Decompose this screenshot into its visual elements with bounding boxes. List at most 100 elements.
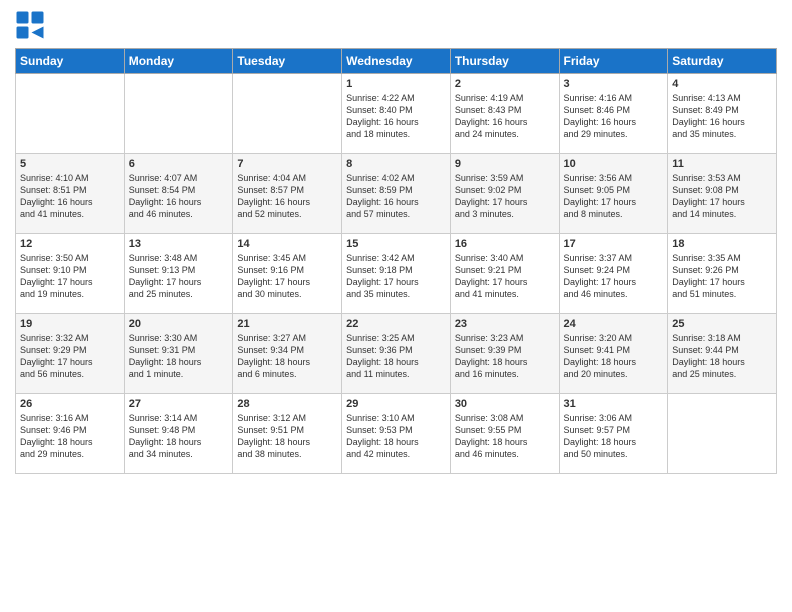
day-number: 8 xyxy=(346,158,446,170)
week-row-5: 26 Sunrise: 3:16 AM Sunset: 9:46 PM Dayli… xyxy=(16,394,777,474)
day-cell xyxy=(16,74,125,154)
day-info: Sunrise: 3:12 AM Sunset: 9:51 PM Dayligh… xyxy=(237,412,337,461)
day-cell: 2 Sunrise: 4:19 AM Sunset: 8:43 PM Daylig… xyxy=(450,74,559,154)
day-cell: 7 Sunrise: 4:04 AM Sunset: 8:57 PM Daylig… xyxy=(233,154,342,234)
day-number: 27 xyxy=(129,398,229,410)
day-cell: 31 Sunrise: 3:06 AM Sunset: 9:57 PM Dayli… xyxy=(559,394,668,474)
main-container: SundayMondayTuesdayWednesdayThursdayFrid… xyxy=(0,0,792,484)
day-number: 22 xyxy=(346,318,446,330)
day-cell: 28 Sunrise: 3:12 AM Sunset: 9:51 PM Dayli… xyxy=(233,394,342,474)
day-number: 14 xyxy=(237,238,337,250)
day-cell: 4Sunrise: 4:13 AM Sunset: 8:49 PM Daylig… xyxy=(668,74,777,154)
day-cell xyxy=(233,74,342,154)
day-info: Sunrise: 3:16 AM Sunset: 9:46 PM Dayligh… xyxy=(20,412,120,461)
day-number: 20 xyxy=(129,318,229,330)
week-row-2: 5 Sunrise: 4:10 AM Sunset: 8:51 PM Daylig… xyxy=(16,154,777,234)
day-number: 25 xyxy=(672,318,772,330)
day-cell: 19 Sunrise: 3:32 AM Sunset: 9:29 PM Dayli… xyxy=(16,314,125,394)
col-header-thursday: Thursday xyxy=(450,49,559,74)
day-cell: 25 Sunrise: 3:18 AM Sunset: 9:44 PM Dayli… xyxy=(668,314,777,394)
day-number: 1 xyxy=(346,78,446,90)
day-number: 15 xyxy=(346,238,446,250)
day-cell xyxy=(124,74,233,154)
week-row-1: 1 Sunrise: 4:22 AM Sunset: 8:40 PM Daylig… xyxy=(16,74,777,154)
day-number: 16 xyxy=(455,238,555,250)
calendar-table: SundayMondayTuesdayWednesdayThursdayFrid… xyxy=(15,48,777,474)
day-number: 3 xyxy=(564,78,664,90)
day-cell: 5 Sunrise: 4:10 AM Sunset: 8:51 PM Daylig… xyxy=(16,154,125,234)
day-info: Sunrise: 3:53 AM Sunset: 9:08 PM Dayligh… xyxy=(672,172,772,221)
day-number: 9 xyxy=(455,158,555,170)
day-info: Sunrise: 4:16 AM Sunset: 8:46 PM Dayligh… xyxy=(564,92,664,141)
day-info: Sunrise: 3:18 AM Sunset: 9:44 PM Dayligh… xyxy=(672,332,772,381)
day-number: 17 xyxy=(564,238,664,250)
day-cell: 1 Sunrise: 4:22 AM Sunset: 8:40 PM Daylig… xyxy=(342,74,451,154)
day-number: 6 xyxy=(129,158,229,170)
day-number: 12 xyxy=(20,238,120,250)
day-info: Sunrise: 4:19 AM Sunset: 8:43 PM Dayligh… xyxy=(455,92,555,141)
day-info: Sunrise: 3:20 AM Sunset: 9:41 PM Dayligh… xyxy=(564,332,664,381)
day-number: 29 xyxy=(346,398,446,410)
day-info: Sunrise: 3:48 AM Sunset: 9:13 PM Dayligh… xyxy=(129,252,229,301)
day-number: 21 xyxy=(237,318,337,330)
day-info: Sunrise: 4:07 AM Sunset: 8:54 PM Dayligh… xyxy=(129,172,229,221)
day-info: Sunrise: 3:32 AM Sunset: 9:29 PM Dayligh… xyxy=(20,332,120,381)
day-info: Sunrise: 3:08 AM Sunset: 9:55 PM Dayligh… xyxy=(455,412,555,461)
day-info: Sunrise: 4:02 AM Sunset: 8:59 PM Dayligh… xyxy=(346,172,446,221)
day-info: Sunrise: 4:22 AM Sunset: 8:40 PM Dayligh… xyxy=(346,92,446,141)
day-number: 19 xyxy=(20,318,120,330)
day-number: 11 xyxy=(672,158,772,170)
calendar-body: 1 Sunrise: 4:22 AM Sunset: 8:40 PM Daylig… xyxy=(16,74,777,474)
day-cell: 29 Sunrise: 3:10 AM Sunset: 9:53 PM Dayli… xyxy=(342,394,451,474)
col-header-wednesday: Wednesday xyxy=(342,49,451,74)
day-cell: 11 Sunrise: 3:53 AM Sunset: 9:08 PM Dayli… xyxy=(668,154,777,234)
page-header xyxy=(15,10,777,40)
day-cell: 13 Sunrise: 3:48 AM Sunset: 9:13 PM Dayli… xyxy=(124,234,233,314)
day-info: Sunrise: 3:14 AM Sunset: 9:48 PM Dayligh… xyxy=(129,412,229,461)
col-header-sunday: Sunday xyxy=(16,49,125,74)
day-cell: 6 Sunrise: 4:07 AM Sunset: 8:54 PM Daylig… xyxy=(124,154,233,234)
week-row-3: 12Sunrise: 3:50 AM Sunset: 9:10 PM Dayli… xyxy=(16,234,777,314)
day-info: Sunrise: 3:56 AM Sunset: 9:05 PM Dayligh… xyxy=(564,172,664,221)
day-cell: 26 Sunrise: 3:16 AM Sunset: 9:46 PM Dayli… xyxy=(16,394,125,474)
col-header-friday: Friday xyxy=(559,49,668,74)
col-header-tuesday: Tuesday xyxy=(233,49,342,74)
day-info: Sunrise: 3:37 AM Sunset: 9:24 PM Dayligh… xyxy=(564,252,664,301)
day-info: Sunrise: 3:10 AM Sunset: 9:53 PM Dayligh… xyxy=(346,412,446,461)
day-info: Sunrise: 3:35 AM Sunset: 9:26 PM Dayligh… xyxy=(672,252,772,301)
day-cell: 21 Sunrise: 3:27 AM Sunset: 9:34 PM Dayli… xyxy=(233,314,342,394)
day-info: Sunrise: 3:59 AM Sunset: 9:02 PM Dayligh… xyxy=(455,172,555,221)
week-row-4: 19 Sunrise: 3:32 AM Sunset: 9:29 PM Dayli… xyxy=(16,314,777,394)
day-cell: 9 Sunrise: 3:59 AM Sunset: 9:02 PM Daylig… xyxy=(450,154,559,234)
day-number: 23 xyxy=(455,318,555,330)
day-info: Sunrise: 3:27 AM Sunset: 9:34 PM Dayligh… xyxy=(237,332,337,381)
day-cell: 20 Sunrise: 3:30 AM Sunset: 9:31 PM Dayli… xyxy=(124,314,233,394)
day-info: Sunrise: 3:42 AM Sunset: 9:18 PM Dayligh… xyxy=(346,252,446,301)
day-info: Sunrise: 3:23 AM Sunset: 9:39 PM Dayligh… xyxy=(455,332,555,381)
col-header-saturday: Saturday xyxy=(668,49,777,74)
day-cell: 10Sunrise: 3:56 AM Sunset: 9:05 PM Dayli… xyxy=(559,154,668,234)
day-cell: 27 Sunrise: 3:14 AM Sunset: 9:48 PM Dayli… xyxy=(124,394,233,474)
day-info: Sunrise: 3:30 AM Sunset: 9:31 PM Dayligh… xyxy=(129,332,229,381)
day-number: 31 xyxy=(564,398,664,410)
day-cell xyxy=(668,394,777,474)
day-cell: 22 Sunrise: 3:25 AM Sunset: 9:36 PM Dayli… xyxy=(342,314,451,394)
day-info: Sunrise: 4:04 AM Sunset: 8:57 PM Dayligh… xyxy=(237,172,337,221)
day-info: Sunrise: 3:25 AM Sunset: 9:36 PM Dayligh… xyxy=(346,332,446,381)
day-info: Sunrise: 3:06 AM Sunset: 9:57 PM Dayligh… xyxy=(564,412,664,461)
day-cell: 12Sunrise: 3:50 AM Sunset: 9:10 PM Dayli… xyxy=(16,234,125,314)
day-cell: 24Sunrise: 3:20 AM Sunset: 9:41 PM Dayli… xyxy=(559,314,668,394)
day-number: 13 xyxy=(129,238,229,250)
day-cell: 23 Sunrise: 3:23 AM Sunset: 9:39 PM Dayli… xyxy=(450,314,559,394)
day-cell: 16 Sunrise: 3:40 AM Sunset: 9:21 PM Dayli… xyxy=(450,234,559,314)
day-info: Sunrise: 4:10 AM Sunset: 8:51 PM Dayligh… xyxy=(20,172,120,221)
day-info: Sunrise: 3:45 AM Sunset: 9:16 PM Dayligh… xyxy=(237,252,337,301)
calendar-header-row: SundayMondayTuesdayWednesdayThursdayFrid… xyxy=(16,49,777,74)
day-info: Sunrise: 3:40 AM Sunset: 9:21 PM Dayligh… xyxy=(455,252,555,301)
day-number: 28 xyxy=(237,398,337,410)
day-number: 5 xyxy=(20,158,120,170)
day-number: 26 xyxy=(20,398,120,410)
day-number: 2 xyxy=(455,78,555,90)
day-number: 7 xyxy=(237,158,337,170)
day-cell: 15 Sunrise: 3:42 AM Sunset: 9:18 PM Dayli… xyxy=(342,234,451,314)
